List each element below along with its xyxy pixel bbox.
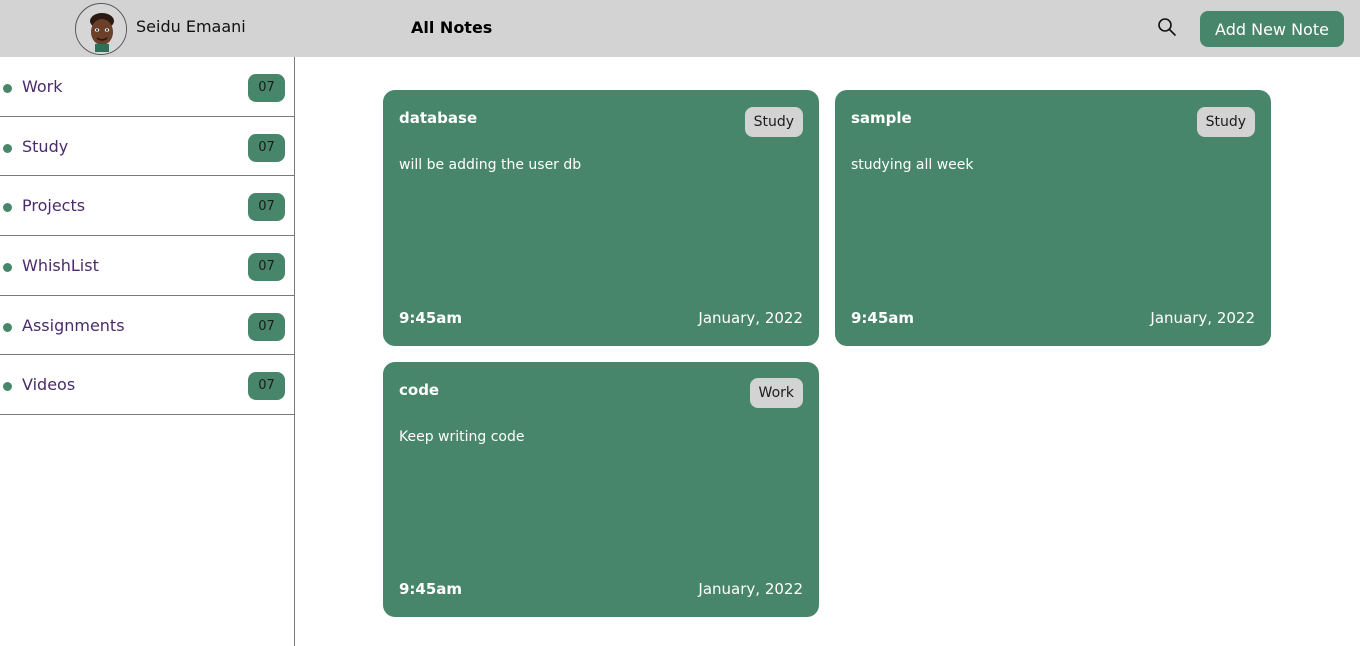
note-card[interactable]: database Study will be adding the user d…: [383, 90, 819, 346]
count-badge: 07: [248, 253, 285, 282]
count-badge: 07: [248, 312, 285, 341]
note-time: 9:45am: [399, 309, 463, 327]
avatar[interactable]: [75, 3, 127, 55]
note-card[interactable]: code Work Keep writing code 9:45am Janua…: [383, 362, 819, 617]
bullet-icon: [3, 84, 12, 93]
note-title: code: [399, 381, 440, 399]
note-body: Keep writing code: [399, 429, 525, 445]
count-badge: 07: [248, 372, 285, 401]
search-button[interactable]: [1156, 16, 1178, 38]
top-header: Seidu Emaani All Notes Add New Note: [0, 0, 1360, 57]
sidebar-item-projects[interactable]: Projects 07: [0, 176, 294, 237]
note-date: January, 2022: [1150, 309, 1255, 327]
sidebar: Work 07 Study 07 Projects 07 WhishList 0…: [0, 57, 295, 646]
avatar-face-icon: [76, 4, 126, 54]
note-tag: Study: [1196, 107, 1255, 137]
sidebar-item-label: Study: [22, 136, 69, 156]
count-badge: 07: [248, 74, 285, 102]
add-new-note-button[interactable]: Add New Note: [1200, 11, 1344, 47]
note-card[interactable]: sample Study studying all week 9:45am Ja…: [835, 90, 1271, 346]
bullet-icon: [3, 263, 12, 273]
bullet-icon: [3, 143, 12, 153]
category-list: Work 07 Study 07 Projects 07 WhishList 0…: [0, 57, 294, 416]
sidebar-item-label: Assignments: [22, 315, 125, 335]
note-body: studying all week: [851, 157, 974, 173]
note-date: January, 2022: [698, 309, 803, 327]
sidebar-item-work[interactable]: Work 07: [0, 57, 294, 117]
sidebar-item-assignments[interactable]: Assignments 07: [0, 296, 294, 356]
note-title: database: [399, 109, 478, 127]
sidebar-item-videos[interactable]: Videos 07: [0, 355, 294, 416]
page-title: All Notes: [411, 18, 493, 37]
sidebar-item-label: Work: [22, 77, 63, 96]
note-tag: Study: [744, 107, 803, 137]
count-badge: 07: [248, 193, 285, 222]
search-icon: [1158, 18, 1176, 36]
bullet-icon: [3, 322, 12, 332]
note-body: will be adding the user db: [399, 157, 582, 173]
note-title: sample: [851, 109, 912, 127]
sidebar-item-label: WhishList: [22, 256, 99, 276]
note-time: 9:45am: [851, 309, 915, 327]
sidebar-item-study[interactable]: Study 07: [0, 117, 294, 177]
bullet-icon: [3, 203, 12, 213]
sidebar-item-whishlist[interactable]: WhishList 07: [0, 236, 294, 296]
note-tag: Work: [749, 378, 803, 408]
count-badge: 07: [248, 133, 285, 162]
bullet-icon: [3, 382, 12, 392]
sidebar-item-label: Videos: [22, 375, 76, 395]
user-name: Seidu Emaani: [136, 17, 246, 36]
note-date: January, 2022: [698, 580, 803, 598]
sidebar-item-label: Projects: [22, 196, 86, 216]
note-time: 9:45am: [399, 580, 463, 598]
